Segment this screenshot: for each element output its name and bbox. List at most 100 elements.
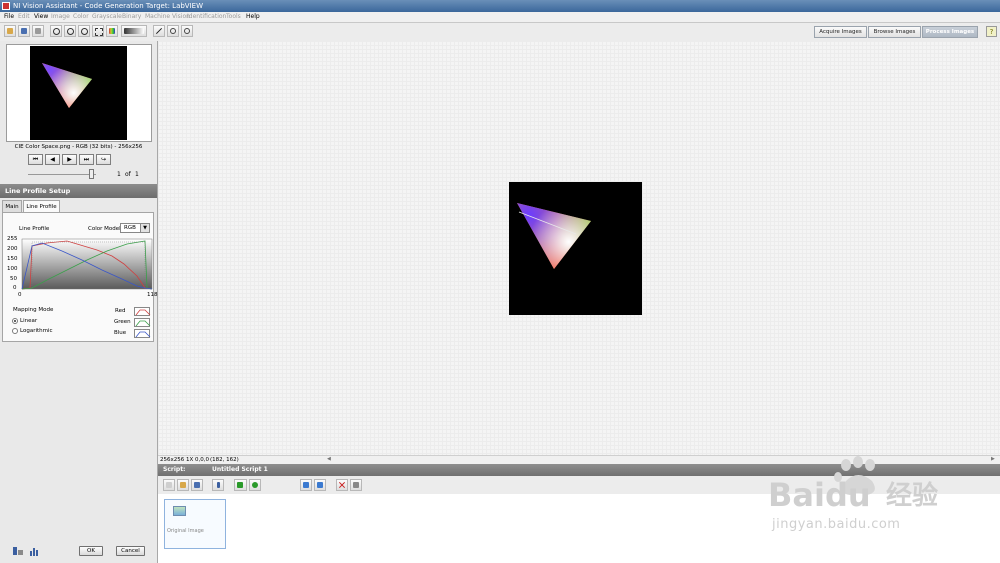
save-script-button[interactable] — [191, 479, 203, 491]
setup-title: Line Profile Setup — [0, 184, 157, 198]
mapping-mode-label: Mapping Mode — [13, 307, 54, 313]
menu-grayscale[interactable]: Grayscale — [92, 13, 122, 21]
menu-machine-vision[interactable]: Machine Vision — [145, 13, 190, 21]
image-info-label: CIE Color Space.png - RGB (32 bits) - 25… — [14, 144, 143, 150]
browse-images-tab[interactable]: Browse Images — [868, 26, 921, 38]
original-image-icon — [173, 506, 186, 516]
process-images-tab[interactable]: Process Images — [922, 26, 978, 38]
page-total: 1 — [135, 171, 139, 178]
mapping-linear-label: Linear — [20, 318, 38, 324]
help-button[interactable]: ? — [986, 26, 997, 37]
run-once-button[interactable] — [234, 479, 247, 491]
line-tool-button[interactable] — [153, 25, 165, 37]
delete-step-button[interactable] — [336, 479, 348, 491]
script-step-label: Original Image — [167, 528, 204, 534]
menu-tools[interactable]: Tools — [226, 13, 241, 21]
y-tick-50: 50 — [10, 276, 17, 282]
new-script-icon — [166, 482, 172, 488]
gradient-button[interactable] — [121, 25, 147, 37]
script-label: Script: — [163, 466, 186, 473]
watermark-brand: Baidu — [768, 476, 871, 514]
performance-icon — [353, 482, 359, 488]
move-left-button[interactable] — [300, 479, 312, 491]
menu-identification[interactable]: Identification — [187, 13, 226, 21]
open-image-button[interactable] — [4, 25, 16, 37]
mapping-linear-radio[interactable] — [12, 318, 18, 324]
menu-help[interactable]: Help — [246, 13, 260, 21]
undo-button[interactable] — [167, 25, 179, 37]
status-info: 256x256 1X 0,0,0 — [160, 457, 210, 463]
page-of: of — [125, 171, 131, 178]
open-script-button[interactable] — [177, 479, 189, 491]
channel-red-swatch[interactable] — [134, 307, 151, 316]
zoom-in-button[interactable] — [50, 25, 62, 37]
run-once-icon — [237, 482, 243, 488]
move-right-button[interactable] — [314, 479, 326, 491]
image-slider-thumb[interactable] — [89, 169, 94, 179]
script-step[interactable]: Original Image — [164, 499, 226, 549]
page-current: 1 — [117, 171, 121, 178]
performance-meter-button[interactable] — [350, 479, 362, 491]
y-tick-200: 200 — [7, 246, 18, 252]
menu-image[interactable]: Image — [51, 13, 70, 21]
script-info-button[interactable] — [212, 479, 224, 491]
print-button[interactable] — [32, 25, 44, 37]
chart-icon[interactable] — [29, 545, 41, 557]
redo-button[interactable] — [181, 25, 193, 37]
zoom-select-icon — [95, 28, 103, 36]
palette-button[interactable] — [106, 25, 118, 37]
watermark: Baidu 经验 jingyan.baidu.com — [768, 455, 1000, 563]
image-browser-thumbnail[interactable] — [6, 44, 152, 142]
menu-edit[interactable]: Edit — [18, 13, 30, 21]
return-button[interactable]: ↪ — [96, 154, 111, 165]
run-continuous-button[interactable] — [249, 479, 261, 491]
menu-color[interactable]: Color — [73, 13, 89, 21]
color-model-label: Color Model — [88, 226, 121, 232]
undo-icon — [170, 28, 176, 34]
zoom-in-icon — [53, 28, 60, 35]
y-tick-0: 0 — [13, 285, 17, 291]
menu-binary[interactable]: Binary — [122, 13, 141, 21]
color-model-select[interactable]: RGB ▼ — [120, 223, 150, 233]
zoom-out-button[interactable] — [64, 25, 76, 37]
y-tick-150: 150 — [7, 256, 18, 262]
zoom-select-button[interactable] — [92, 25, 104, 37]
acquire-images-tab[interactable]: Acquire Images — [814, 26, 867, 38]
save-icon — [21, 28, 27, 34]
first-image-button[interactable]: ⏮ — [28, 154, 43, 165]
watermark-url: jingyan.baidu.com — [772, 517, 901, 532]
channel-blue-swatch[interactable] — [134, 329, 151, 338]
main-image[interactable] — [509, 182, 642, 315]
new-script-button[interactable] — [163, 479, 175, 491]
window-title: NI Vision Assistant - Code Generation Ta… — [13, 2, 203, 10]
gradient-icon — [124, 28, 144, 34]
mapping-logarithmic-label: Logarithmic — [20, 328, 53, 334]
channel-red-label: Red — [115, 308, 126, 314]
menu-view[interactable]: View — [34, 13, 48, 21]
watermark-cn: 经验 — [886, 481, 939, 511]
scroll-left-icon[interactable]: ◀ — [327, 456, 331, 462]
next-image-button[interactable]: ▶ — [62, 154, 77, 165]
line-tool-icon — [156, 28, 162, 34]
zoom-fit-button[interactable] — [78, 25, 90, 37]
cancel-button[interactable]: Cancel — [116, 546, 145, 556]
open-icon — [7, 28, 13, 34]
y-tick-100: 100 — [7, 266, 18, 272]
mapping-logarithmic-radio[interactable] — [12, 328, 18, 334]
print-icon — [35, 28, 41, 34]
line-profile-graph: 255 200 150 100 50 0 0 118 — [7, 236, 158, 300]
previous-image-button[interactable]: ◀ — [45, 154, 60, 165]
channel-green-swatch[interactable] — [134, 318, 151, 327]
color-model-value: RGB — [124, 225, 136, 231]
last-image-button[interactable]: ⏭ — [79, 154, 94, 165]
left-panel: CIE Color Space.png - RGB (32 bits) - 25… — [0, 41, 158, 563]
ok-button[interactable]: OK — [79, 546, 103, 556]
menu-file[interactable]: File — [4, 13, 14, 21]
save-image-button[interactable] — [18, 25, 30, 37]
settings-icon[interactable] — [12, 545, 24, 557]
menu-bar: File Edit View Image Color Grayscale Bin… — [0, 12, 1000, 23]
title-bar: NI Vision Assistant - Code Generation Ta… — [0, 0, 1000, 12]
image-slider-track[interactable] — [28, 174, 96, 175]
arrow-right-icon — [317, 482, 323, 488]
y-tick-255: 255 — [7, 236, 18, 242]
